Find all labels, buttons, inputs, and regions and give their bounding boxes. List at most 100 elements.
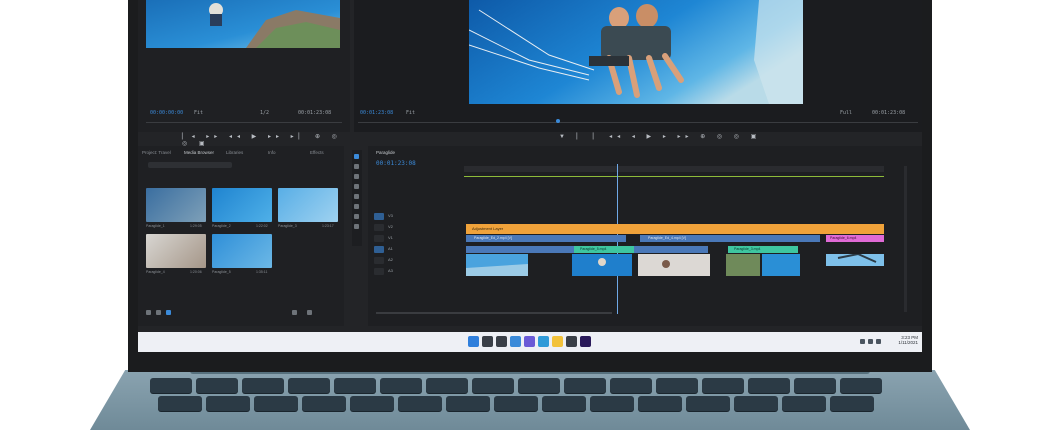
project-clip-duration: 1:35:11 [256, 270, 268, 274]
project-tab[interactable]: Media Browser [184, 150, 214, 155]
project-panel-tabs: Project: Travel Media Browser Libraries Inf… [142, 150, 342, 158]
windows-icon[interactable] [468, 336, 479, 347]
work-area-bar[interactable] [464, 176, 884, 177]
timeline-clip-v1-bar-b[interactable] [638, 246, 708, 253]
chat-icon[interactable] [524, 336, 535, 347]
timeline-clip-pink[interactable]: Paraglide_6.mp4 [826, 235, 884, 242]
freeform-view-icon[interactable] [166, 310, 171, 315]
ripple-edit-tool-icon[interactable] [354, 174, 359, 179]
track-select-tool-icon[interactable] [354, 164, 359, 169]
track-label: A2 [388, 257, 393, 262]
project-clip-thumbnail[interactable] [146, 234, 206, 268]
track-header[interactable]: V3 [374, 212, 454, 221]
clip-label: Paraglide_5.mp4 [580, 247, 607, 251]
timeline-clip-v2-a[interactable]: Paraglide_Ed_2.mp4 [V] [466, 235, 626, 242]
razor-tool-icon[interactable] [354, 184, 359, 189]
keyboard-key [426, 378, 468, 393]
keyboard-key [564, 378, 606, 393]
source-timecode-out: 00:01:23:08 [298, 110, 332, 116]
project-clip-thumbnail[interactable] [212, 234, 272, 268]
keyboard-key [840, 378, 882, 393]
project-search-input[interactable] [148, 162, 232, 168]
clip-label: Paraglide_Ed_2.mp4 [V] [474, 236, 512, 240]
timeline-clip-v2-b[interactable]: Paraglide_Ed_4.mp4 [V] [640, 235, 820, 242]
keyboard-key [734, 396, 778, 411]
project-clip-duration: 1:23:17 [322, 224, 334, 228]
type-tool-icon[interactable] [354, 224, 359, 229]
keyboard-key [542, 396, 586, 411]
source-transport-controls[interactable]: ▏◂ ▸▸ ◂◂ ▶ ▸▸ ▸▏ ⊕ ◎ ◎ ▣ [182, 133, 350, 147]
project-clip-duration: 1:29:05 [190, 224, 202, 228]
delete-icon[interactable] [307, 310, 312, 315]
laptop-chin [128, 352, 932, 372]
new-item-icon[interactable] [292, 310, 297, 315]
track-target-toggle[interactable] [374, 246, 384, 253]
keyboard-key [590, 396, 634, 411]
keyboard-key [686, 396, 730, 411]
timeline-clip-green-b[interactable]: Paraglide_3.mp4 [728, 246, 798, 253]
project-tab[interactable]: Effects [310, 150, 324, 155]
wifi-icon[interactable] [860, 339, 865, 344]
icon-view-icon[interactable] [156, 310, 161, 315]
track-target-toggle[interactable] [374, 224, 384, 231]
track-label: V1 [388, 235, 393, 240]
track-header[interactable]: A3 [374, 267, 454, 276]
track-target-toggle[interactable] [374, 268, 384, 275]
project-clip-name: Paraglide_5 [212, 270, 231, 274]
task-view-icon[interactable] [496, 336, 507, 347]
project-clip-thumbnail[interactable] [212, 188, 272, 222]
source-zoom-select[interactable]: Fit [194, 110, 203, 116]
list-view-icon[interactable] [146, 310, 151, 315]
system-tray[interactable] [860, 337, 884, 347]
project-tab[interactable]: Project: Travel [142, 150, 171, 155]
keyboard-key [472, 378, 514, 393]
pen-tool-icon[interactable] [354, 204, 359, 209]
battery-icon[interactable] [876, 339, 881, 344]
widgets-icon[interactable] [510, 336, 521, 347]
edge-icon[interactable] [538, 336, 549, 347]
project-footer-tools[interactable] [142, 310, 338, 316]
track-header[interactable]: A1 [374, 245, 454, 254]
program-playhead[interactable] [556, 119, 560, 123]
timeline-clip-adjustment[interactable]: Adjustment Layer [466, 224, 884, 234]
search-icon[interactable] [482, 336, 493, 347]
selection-tool-icon[interactable] [354, 154, 359, 159]
time-ruler[interactable] [464, 166, 884, 172]
project-clip-name: Paraglide_4 [146, 270, 165, 274]
project-clip-thumbnail[interactable] [278, 188, 338, 222]
track-header[interactable]: V1 [374, 234, 454, 243]
clip-label: Paraglide_Ed_4.mp4 [V] [648, 236, 686, 240]
source-preview-image [146, 0, 340, 48]
hand-tool-icon[interactable] [354, 214, 359, 219]
project-tab[interactable]: Info [268, 150, 276, 155]
track-header[interactable]: V2 [374, 223, 454, 232]
program-timecode-out: 00:01:23:08 [872, 110, 906, 116]
volume-icon[interactable] [868, 339, 873, 344]
sequence-tab[interactable]: Paraglide [376, 150, 395, 155]
timeline-clip-green-a[interactable]: Paraglide_5.mp4 [574, 246, 634, 253]
premiere-icon[interactable] [580, 336, 591, 347]
program-scrub-bar[interactable] [358, 122, 918, 123]
timeline-thumbnails [466, 254, 884, 276]
track-target-toggle[interactable] [374, 235, 384, 242]
project-clip-duration: 1:20:06 [190, 270, 202, 274]
program-zoom-select[interactable]: Fit [406, 110, 415, 116]
keyboard-key [150, 378, 192, 393]
keyboard-key [518, 378, 560, 393]
project-tab[interactable]: Libraries [226, 150, 243, 155]
track-header[interactable]: A2 [374, 256, 454, 265]
track-target-toggle[interactable] [374, 213, 384, 220]
store-icon[interactable] [566, 336, 577, 347]
program-transport-controls[interactable]: ▼ ▏ ▏ ◂◂ ◂ ▶ ▸ ▸▸ ⊕ ◎ ◎ ▣ [559, 133, 761, 140]
timeline-scrollbar[interactable] [376, 312, 612, 314]
file-explorer-icon[interactable] [552, 336, 563, 347]
slip-tool-icon[interactable] [354, 194, 359, 199]
track-target-toggle[interactable] [374, 257, 384, 264]
project-clip-thumbnail[interactable] [146, 188, 206, 222]
source-scrub-bar[interactable] [146, 122, 342, 123]
keyboard-key [782, 396, 826, 411]
program-fraction-select[interactable]: Full [840, 110, 852, 116]
keyboard-key [334, 378, 376, 393]
source-fraction-select[interactable]: 1/2 [260, 110, 269, 116]
taskbar-clock[interactable]: 3:23 PM 1/11/2021 [890, 335, 918, 345]
